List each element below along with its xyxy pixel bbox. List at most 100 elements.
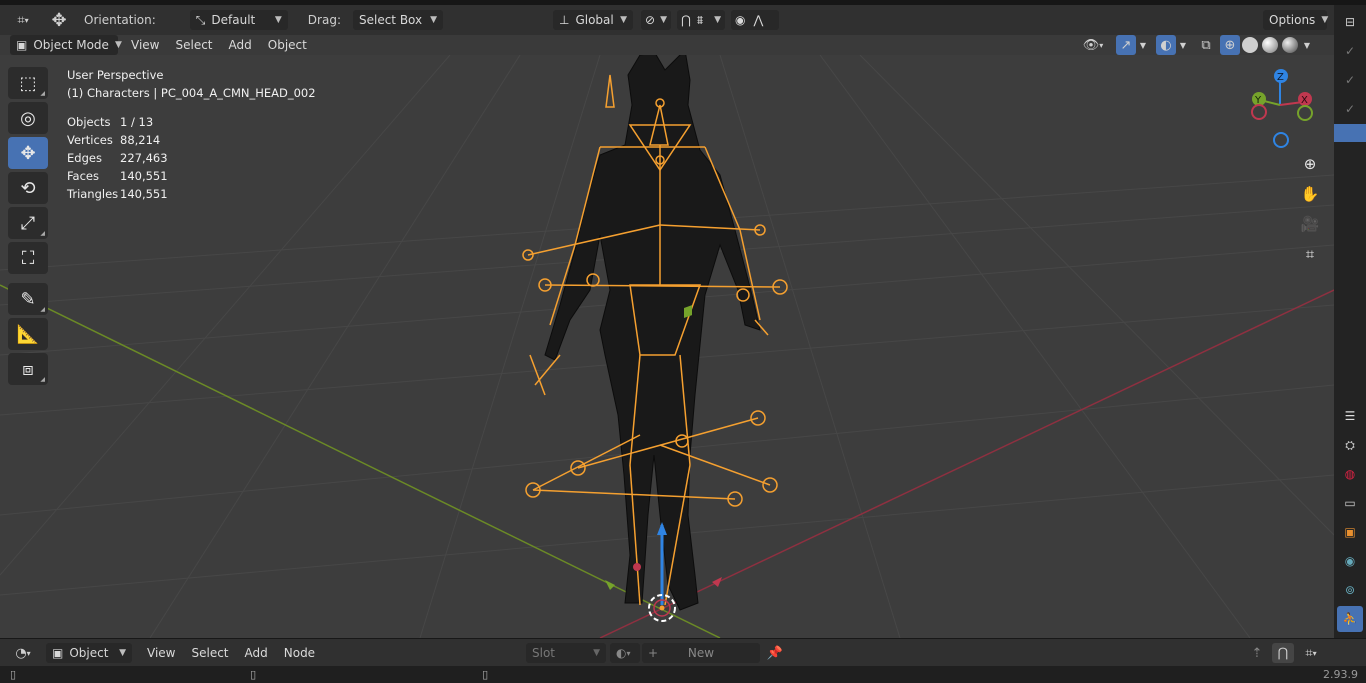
character-mesh[interactable]: [544, 55, 761, 611]
scale-icon[interactable]: ⤢ ◢: [8, 207, 48, 239]
pin-icon[interactable]: 📌: [764, 643, 786, 663]
select-box-icon[interactable]: ⬚ ◢: [8, 67, 48, 99]
object-icon: ▣: [52, 646, 64, 660]
mode-dropdown[interactable]: ▣ Object Mode ▼: [10, 35, 122, 55]
stat-value: 227,463: [120, 151, 168, 165]
drag-label: Drag:: [307, 13, 341, 27]
object-mode-icon: ▣: [16, 38, 28, 52]
stat-value: 1 / 13: [120, 115, 154, 129]
material-browse-icon[interactable]: ◐ ▾: [610, 643, 640, 663]
menu-add[interactable]: Add: [238, 646, 275, 660]
chevron-down-icon: ▼: [660, 15, 667, 25]
constraint-properties-icon[interactable]: ⊚: [1337, 577, 1363, 603]
grid-icon[interactable]: ⌗: [1296, 240, 1324, 268]
menu-view[interactable]: View: [140, 646, 182, 660]
snap-element-icon[interactable]: ⌗ ▾: [1296, 643, 1326, 663]
measure-icon[interactable]: 📐: [8, 318, 48, 350]
outliner-filter-icon[interactable]: ⊟: [1337, 9, 1363, 35]
render-properties-icon[interactable]: ⛭: [1337, 432, 1363, 458]
stat-key: Edges: [67, 151, 102, 165]
pin-icon[interactable]: ✓: [1337, 96, 1363, 122]
chevron-down-icon: ▼: [119, 648, 126, 658]
mouse-left-icon: ▯: [10, 668, 17, 681]
view-name: User Perspective: [67, 68, 164, 82]
transform-orientation-dropdown[interactable]: ⊥ Global ▼: [552, 10, 633, 30]
menu-add[interactable]: Add: [222, 38, 259, 52]
orientation-label: Orientation:: [84, 13, 156, 27]
stat-row: Objects 1 / 13: [67, 113, 316, 131]
plus-icon: +: [648, 646, 659, 660]
overlays-toggle-icon[interactable]: ◐: [1156, 35, 1176, 55]
annotate-icon[interactable]: ✎ ◢: [8, 283, 48, 315]
gizmo-x-label: X: [1301, 95, 1308, 106]
chevron-down-icon: ▼: [593, 648, 600, 658]
stat-key: Faces: [67, 169, 99, 183]
tool-settings-header: ⌗ ▾ ✥ Orientation: ⤡ Default ▼ Drag: Sele…: [0, 5, 1334, 35]
gizmo-z-label: Z: [1277, 72, 1284, 83]
menu-view[interactable]: View: [124, 38, 166, 52]
viewport-info-overlay: User Perspective (1) Characters | PC_004…: [67, 66, 316, 203]
editor-type-icon[interactable]: ◔ ▾: [8, 643, 38, 663]
pivot-point-dropdown[interactable]: ⊘ ▼: [640, 10, 671, 30]
collection-properties-icon[interactable]: ▭: [1337, 490, 1363, 516]
parent-node-tree-icon[interactable]: ⇡: [1246, 643, 1268, 663]
slot-dropdown[interactable]: Slot ▼: [526, 643, 606, 663]
snap-dropdown[interactable]: ⋂ ⩩ ▼: [676, 10, 725, 30]
navigation-gizmo[interactable]: Z Y X: [1240, 65, 1320, 155]
object-properties-icon[interactable]: ▣: [1337, 519, 1363, 545]
falloff-curve-icon: ⋀: [753, 13, 764, 27]
menu-node[interactable]: Node: [277, 646, 322, 660]
rotate-icon[interactable]: ⟲: [8, 172, 48, 204]
zoom-icon[interactable]: ⊕: [1296, 150, 1324, 178]
slot-label: Slot: [532, 646, 555, 660]
proportional-edit-dropdown[interactable]: ◉ ⋀: [730, 10, 779, 30]
chevron-down-icon[interactable]: ▼: [1136, 35, 1150, 55]
chevron-down-icon[interactable]: ▼: [1176, 35, 1190, 55]
add-cube-icon[interactable]: ⧈ ◢: [8, 353, 48, 385]
stat-row: Faces 140,551: [67, 167, 316, 185]
options-dropdown[interactable]: Options ▼: [1263, 10, 1329, 30]
chevron-down-icon: ▼: [114, 40, 122, 50]
camera-icon[interactable]: 🎥: [1296, 210, 1324, 238]
world-properties-icon[interactable]: ◍: [1337, 461, 1363, 487]
pin-icon[interactable]: ✓: [1337, 67, 1363, 93]
editor-type-icon[interactable]: ⌗ ▾: [8, 10, 38, 30]
stat-row: Vertices 88,214: [67, 131, 316, 149]
xray-toggle-icon[interactable]: ⧉: [1196, 35, 1216, 55]
shader-type-dropdown[interactable]: ▣ Object ▼: [46, 643, 132, 663]
orientation-value: Default: [211, 13, 256, 27]
wireframe-shading-icon[interactable]: ⊕: [1220, 35, 1240, 55]
tool-properties-icon[interactable]: ☰: [1337, 403, 1363, 429]
material-shading-icon[interactable]: [1260, 35, 1280, 55]
cursor-icon[interactable]: ◎: [8, 102, 48, 134]
chevron-down-icon: ▼: [714, 15, 721, 25]
menu-select[interactable]: Select: [184, 646, 235, 660]
new-material-button[interactable]: + New: [642, 643, 760, 663]
physics-properties-icon[interactable]: ◉: [1337, 548, 1363, 574]
new-label: New: [687, 646, 715, 660]
solid-shading-icon[interactable]: [1240, 35, 1260, 55]
chevron-down-icon: ▼: [1321, 15, 1329, 25]
chevron-down-icon[interactable]: ▼: [1300, 35, 1314, 55]
pivot-icon: ⊘: [644, 13, 656, 27]
stat-key: Triangles: [67, 187, 119, 201]
options-label: Options: [1269, 13, 1316, 27]
armature-data-icon[interactable]: ⛹: [1337, 606, 1363, 632]
shader-editor-header: ◔ ▾ ▣ Object ▼ View Select Add Node Slot …: [0, 638, 1366, 667]
menu-object[interactable]: Object: [261, 38, 314, 52]
transform-icon[interactable]: ⛶: [8, 242, 48, 274]
move-icon[interactable]: ✥: [8, 137, 48, 169]
rendered-shading-icon[interactable]: [1280, 35, 1300, 55]
drag-dropdown[interactable]: Select Box ▼: [352, 10, 443, 30]
gizmo-toggle-icon[interactable]: ↗: [1116, 35, 1136, 55]
snap-magnet-icon[interactable]: ⋂: [1272, 643, 1294, 663]
status-bar: ▯ ▯ ▯ 2.93.9: [0, 666, 1366, 683]
left-toolbar: ⬚ ◢ ◎ ✥ ⟲ ⤢ ◢ ⛶ ✎ ◢ 📐 ⧈ ◢: [8, 67, 49, 388]
pan-hand-icon[interactable]: ✋: [1296, 180, 1324, 208]
visibility-eye-icon[interactable]: 👁 ▾: [1078, 35, 1108, 55]
pin-icon[interactable]: ✓: [1337, 38, 1363, 64]
menu-select[interactable]: Select: [168, 38, 219, 52]
orientation-dropdown[interactable]: ⤡ Default ▼: [189, 10, 288, 30]
stat-value: 140,551: [120, 187, 168, 201]
mouse-middle-icon: ▯: [250, 668, 257, 681]
